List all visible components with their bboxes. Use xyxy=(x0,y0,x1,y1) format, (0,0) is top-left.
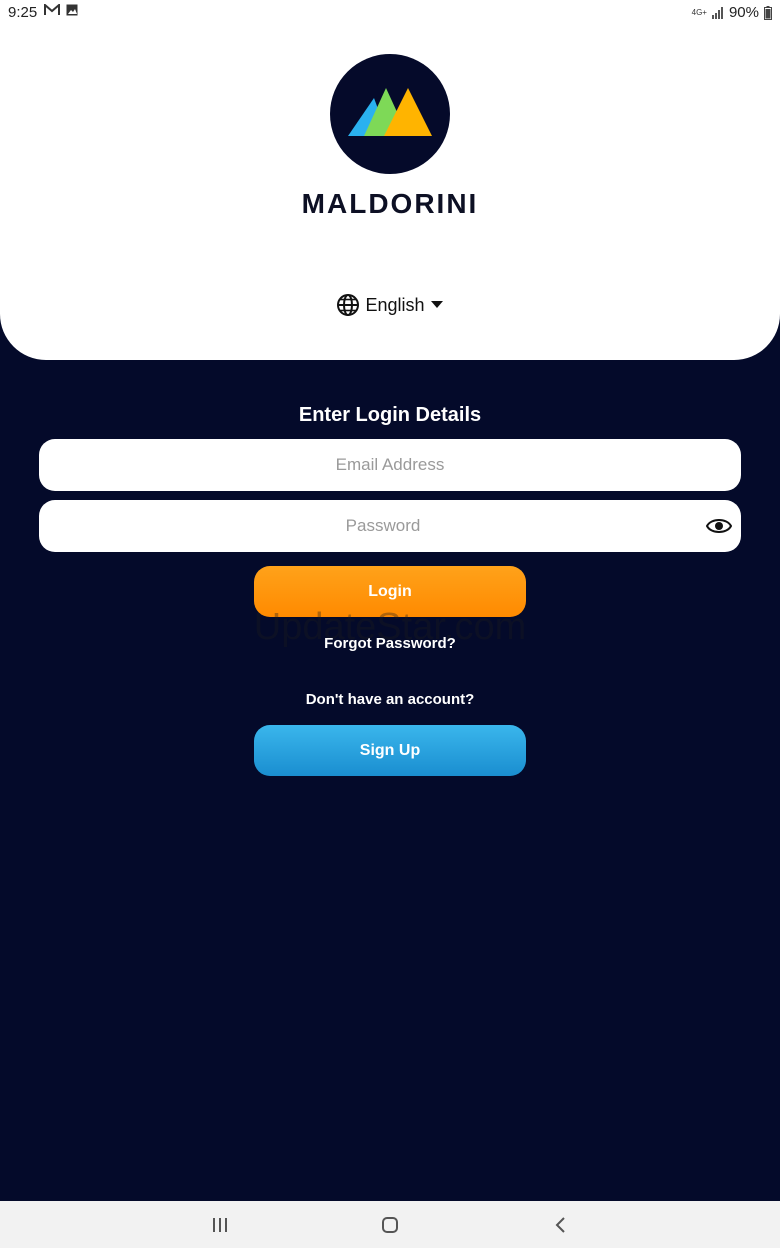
show-password-icon[interactable] xyxy=(706,515,732,537)
status-time: 9:25 xyxy=(8,4,38,21)
status-notifications xyxy=(44,4,78,16)
brand-name: MALDORINI xyxy=(301,188,479,219)
caret-down-icon xyxy=(430,301,443,308)
status-indicators: 4G+ 90% xyxy=(692,4,772,21)
language-label: English xyxy=(365,294,425,315)
language-selector[interactable]: English xyxy=(0,294,780,316)
battery-icon xyxy=(764,5,772,20)
login-button[interactable]: Login xyxy=(254,566,526,617)
signup-button[interactable]: Sign Up xyxy=(254,725,526,776)
signal-icon xyxy=(711,6,723,19)
no-account-text: Don't have an account? xyxy=(305,691,475,708)
globe-icon xyxy=(337,294,360,316)
gmail-icon xyxy=(44,4,60,15)
password-field[interactable] xyxy=(39,500,741,552)
login-heading: Enter Login Details xyxy=(298,404,482,426)
battery-percent: 90% xyxy=(728,4,759,21)
system-nav-bar xyxy=(0,1201,780,1248)
app-logo xyxy=(330,54,450,174)
recent-apps-icon[interactable] xyxy=(208,1213,232,1237)
status-bar: 9:25 4G+ 90% xyxy=(0,0,780,26)
forgot-password-link[interactable]: Forgot Password? xyxy=(0,635,780,652)
home-icon[interactable] xyxy=(378,1213,402,1237)
email-field[interactable] xyxy=(39,439,741,491)
back-icon[interactable] xyxy=(549,1213,573,1237)
image-icon xyxy=(66,4,78,16)
network-type: 4G+ xyxy=(691,7,707,17)
